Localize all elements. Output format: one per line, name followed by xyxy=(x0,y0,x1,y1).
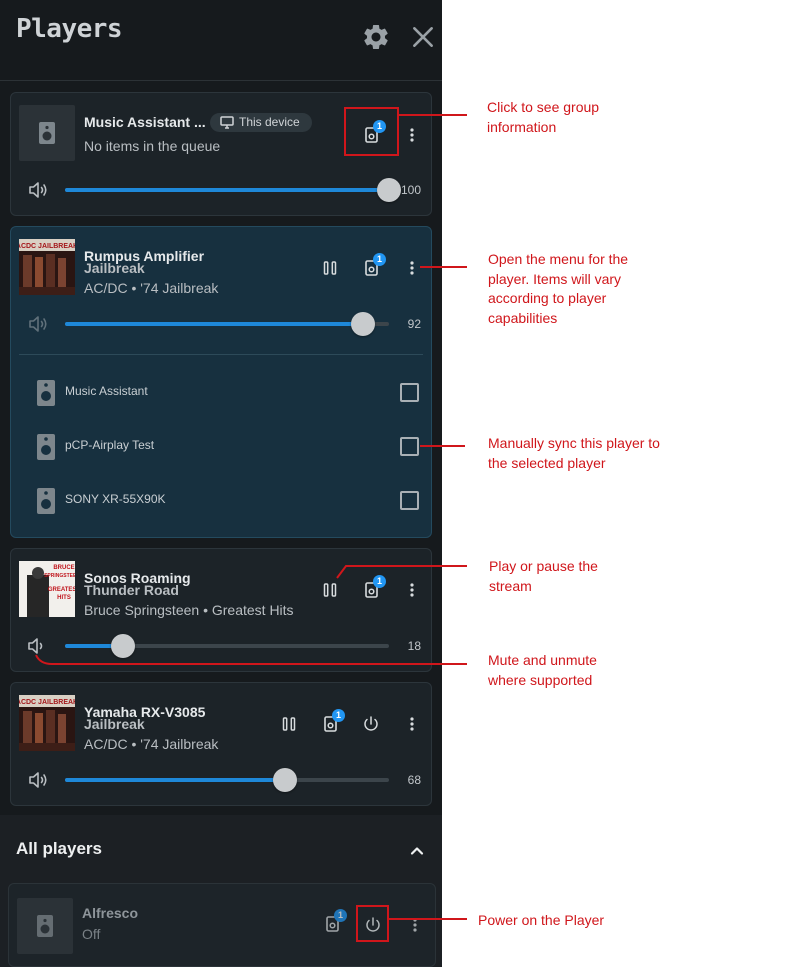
annotation-mute: Mute and unmute where supported xyxy=(488,652,597,688)
annotation-group-info: Click to see group information xyxy=(487,99,600,135)
annotation-menu: Open the menu for the player. Items will… xyxy=(488,251,629,326)
annotation-sync: Manually sync this player to the selecte… xyxy=(488,435,660,471)
annotation-play-pause: Play or pause the stream xyxy=(489,558,598,594)
annotation-power: Power on the Player xyxy=(478,912,605,928)
annotation-lines xyxy=(35,114,467,920)
